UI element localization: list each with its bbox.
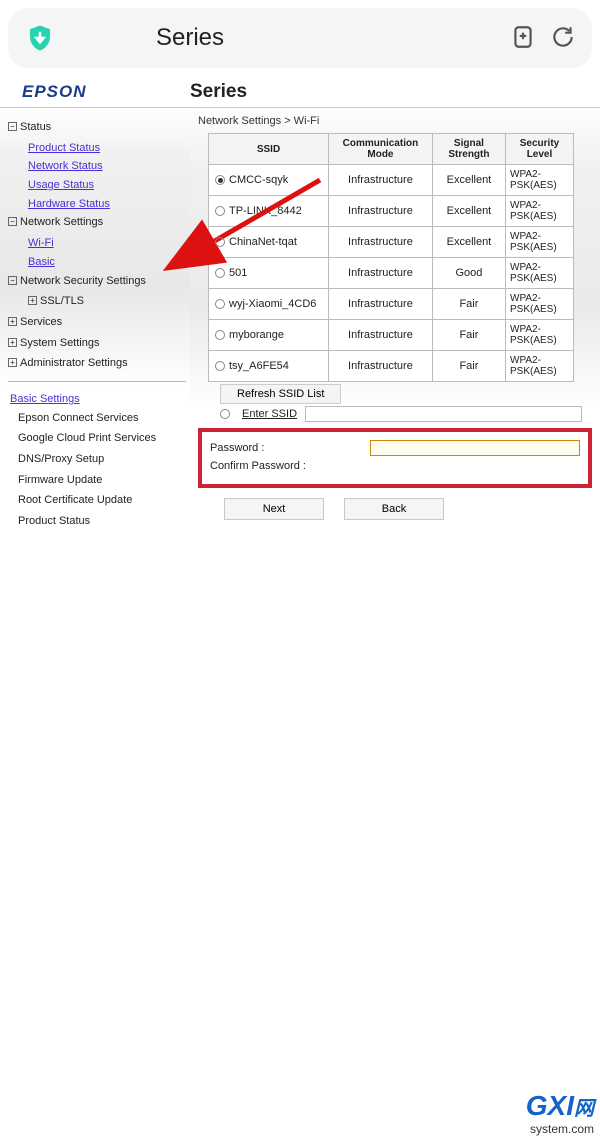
nav-services[interactable]: +Services (8, 313, 186, 332)
ssid-name: TP-LINK_8442 (229, 205, 302, 217)
nav-hardware-status[interactable]: Hardware Status (8, 195, 186, 214)
cell-mode: Infrastructure (329, 351, 433, 382)
cell-mode: Infrastructure (329, 320, 433, 351)
nav-admin-settings[interactable]: +Administrator Settings (8, 354, 186, 373)
th-security: Security Level (506, 134, 574, 165)
nav-network-security[interactable]: −Network Security Settings (8, 272, 186, 291)
ssid-radio[interactable] (215, 299, 225, 309)
series-heading: Series (190, 81, 247, 103)
enter-ssid-input[interactable] (305, 406, 582, 422)
table-row[interactable]: TP-LINK_8442 InfrastructureExcellentWPA2-… (209, 196, 574, 227)
cell-security: WPA2-PSK(AES) (506, 165, 574, 196)
refresh-icon[interactable] (550, 24, 576, 53)
header-row: EPSON Series (0, 76, 600, 108)
ssid-radio[interactable] (215, 206, 225, 216)
nav-product-status[interactable]: Product Status (8, 139, 186, 158)
nav-system-settings[interactable]: +System Settings (8, 334, 186, 353)
cell-signal: Excellent (432, 165, 505, 196)
nav-dns-proxy[interactable]: DNS/Proxy Setup (8, 450, 186, 469)
cell-security: WPA2-PSK(AES) (506, 320, 574, 351)
cell-security: WPA2-PSK(AES) (506, 289, 574, 320)
nav-firmware[interactable]: Firmware Update (8, 471, 186, 490)
cell-security: WPA2-PSK(AES) (506, 258, 574, 289)
nav-product-status2[interactable]: Product Status (8, 512, 186, 531)
nav-epson-connect[interactable]: Epson Connect Services (8, 409, 186, 428)
nav-root-cert[interactable]: Root Certificate Update (8, 491, 186, 510)
nav-network-settings[interactable]: −Network Settings (8, 213, 186, 232)
epson-logo: EPSON (0, 82, 190, 102)
password-box: Password : Confirm Password : (198, 428, 592, 488)
watermark: GXI网 system.com (526, 1090, 594, 1136)
sidebar: −Status Product Status Network Status Us… (0, 108, 190, 543)
page-title: Series (56, 24, 510, 52)
th-signal: Signal Strength (432, 134, 505, 165)
table-row[interactable]: wyj-Xiaomi_4CD6 InfrastructureFairWPA2-PS… (209, 289, 574, 320)
enter-ssid-label: Enter SSID (242, 408, 297, 420)
table-row[interactable]: ChinaNet-tqat InfrastructureExcellentWPA2… (209, 227, 574, 258)
breadcrumb: Network Settings > Wi-Fi (196, 113, 594, 133)
ssid-radio[interactable] (215, 330, 225, 340)
nav-google-cloud[interactable]: Google Cloud Print Services (8, 429, 186, 448)
next-button[interactable]: Next (224, 498, 324, 520)
cell-security: WPA2-PSK(AES) (506, 196, 574, 227)
shield-icon (24, 22, 56, 54)
password-input[interactable] (370, 440, 580, 456)
password-label: Password : (210, 442, 370, 454)
back-button[interactable]: Back (344, 498, 444, 520)
nav-ssl-tls[interactable]: +SSL/TLS (8, 292, 186, 311)
th-comm: Communication Mode (329, 134, 433, 165)
ssid-name: wyj-Xiaomi_4CD6 (229, 298, 316, 310)
nav-basic-settings[interactable]: Basic Settings (8, 390, 186, 409)
table-row[interactable]: tsy_A6FE54 InfrastructureFairWPA2-PSK(AES… (209, 351, 574, 382)
cell-signal: Fair (432, 351, 505, 382)
cell-signal: Fair (432, 289, 505, 320)
nav-basic[interactable]: Basic (8, 253, 186, 272)
ssid-name: ChinaNet-tqat (229, 236, 297, 248)
th-ssid: SSID (209, 134, 329, 165)
cell-signal: Good (432, 258, 505, 289)
cell-signal: Excellent (432, 227, 505, 258)
ssid-name: tsy_A6FE54 (229, 360, 289, 372)
cell-security: WPA2-PSK(AES) (506, 227, 574, 258)
nav-usage-status[interactable]: Usage Status (8, 176, 186, 195)
cell-security: WPA2-PSK(AES) (506, 351, 574, 382)
cell-mode: Infrastructure (329, 258, 433, 289)
nav-status[interactable]: −Status (8, 118, 186, 137)
table-row[interactable]: CMCC-sqyk InfrastructureExcellentWPA2-PSK… (209, 165, 574, 196)
cell-mode: Infrastructure (329, 227, 433, 258)
wifi-table: SSID Communication Mode Signal Strength … (208, 133, 574, 382)
bookmark-add-icon[interactable] (510, 24, 536, 53)
confirm-password-input[interactable] (370, 458, 580, 474)
table-row[interactable]: 501 InfrastructureGoodWPA2-PSK(AES) (209, 258, 574, 289)
nav-network-status[interactable]: Network Status (8, 157, 186, 176)
enter-ssid-radio[interactable] (220, 409, 230, 419)
cell-signal: Excellent (432, 196, 505, 227)
table-row[interactable]: myborange InfrastructureFairWPA2-PSK(AES) (209, 320, 574, 351)
ssid-radio[interactable] (215, 175, 225, 185)
cell-mode: Infrastructure (329, 165, 433, 196)
confirm-password-label: Confirm Password : (210, 460, 370, 472)
ssid-radio[interactable] (215, 237, 225, 247)
cell-mode: Infrastructure (329, 196, 433, 227)
ssid-name: 501 (229, 267, 247, 279)
ssid-name: CMCC-sqyk (229, 174, 288, 186)
cell-mode: Infrastructure (329, 289, 433, 320)
nav-wifi[interactable]: Wi-Fi (8, 234, 186, 253)
ssid-name: myborange (229, 329, 284, 341)
ssid-radio[interactable] (215, 361, 225, 371)
ssid-radio[interactable] (215, 268, 225, 278)
browser-bar: Series (8, 8, 592, 68)
cell-signal: Fair (432, 320, 505, 351)
main-panel: Network Settings > Wi-Fi SSID Communicat… (190, 108, 600, 543)
refresh-ssid-button[interactable]: Refresh SSID List (220, 384, 341, 404)
